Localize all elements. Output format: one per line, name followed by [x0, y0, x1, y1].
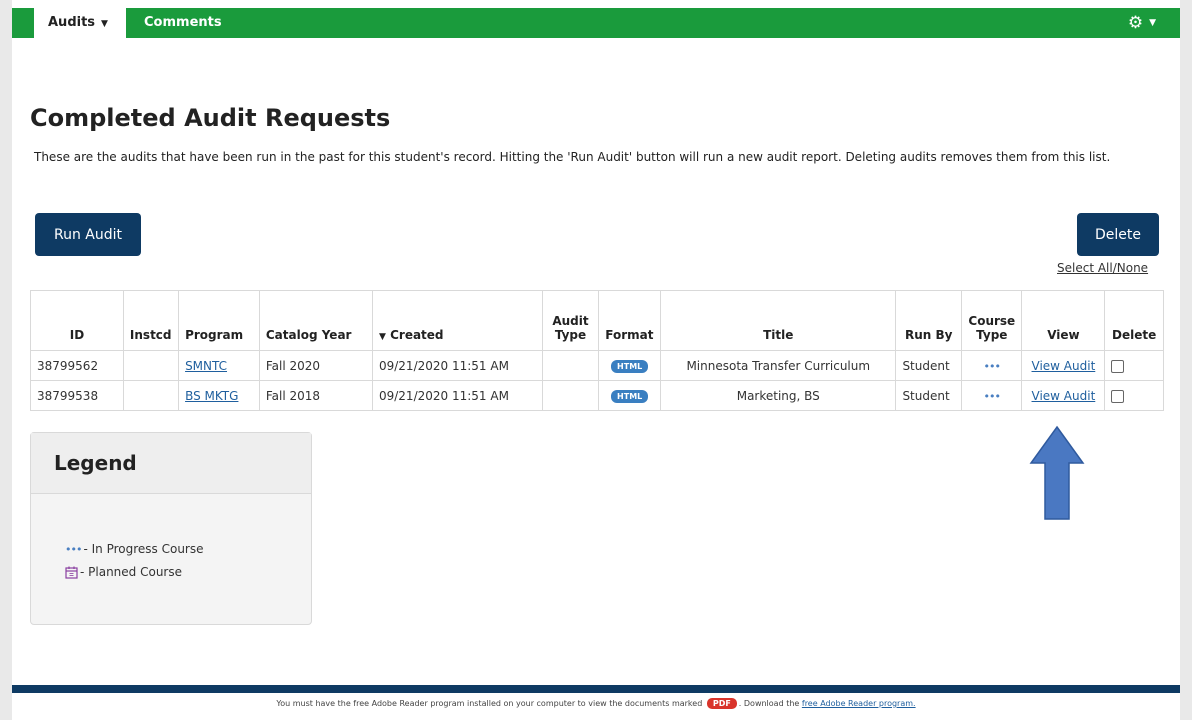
legend-item-in-progress: ••• - In Progress Course [65, 538, 311, 561]
calendar-icon [65, 566, 78, 579]
col-audit-type-line2: Type [554, 328, 587, 342]
legend-item-planned: - Planned Course [65, 561, 311, 583]
adobe-reader-link[interactable]: free Adobe Reader program. [802, 699, 916, 708]
tab-audits[interactable]: Audits ▼ [34, 8, 126, 38]
caret-down-icon: ▼ [101, 19, 108, 29]
legend-in-progress-label: - In Progress Course [83, 542, 204, 556]
view-audit-link[interactable]: View Audit [1032, 359, 1096, 373]
col-title: Title [660, 290, 897, 351]
view-audit-link[interactable]: View Audit [1032, 389, 1096, 403]
footer-text-middle: . Download the [738, 699, 800, 708]
cell-created: 09/21/2020 11:51 AM [371, 380, 543, 411]
cell-view: View Audit [1021, 350, 1106, 381]
cell-view: View Audit [1021, 380, 1106, 411]
legend-planned-label: - Planned Course [80, 565, 182, 579]
up-arrow-icon [1029, 425, 1085, 520]
cell-id: 38799538 [30, 380, 124, 411]
sort-desc-icon: ▼ [378, 332, 386, 342]
cell-instcd [122, 350, 180, 381]
cell-program: SMNTC [178, 350, 260, 381]
audits-table: ID Instcd Program Catalog Year ▼ Created… [30, 290, 1164, 411]
col-delete: Delete [1104, 290, 1164, 351]
program-link[interactable]: BS MKTG [185, 389, 238, 403]
col-id: ID [30, 290, 124, 351]
cell-run-by: Student [895, 380, 963, 411]
page-title: Completed Audit Requests [30, 104, 391, 132]
tab-comments[interactable]: Comments [132, 8, 234, 38]
cell-program: BS MKTG [178, 380, 260, 411]
select-all-link[interactable]: Select All/None [1057, 261, 1148, 275]
delete-checkbox[interactable] [1111, 389, 1125, 403]
col-audit-type: Audit Type [541, 290, 600, 351]
table-row: 38799538 BS MKTG Fall 2018 09/21/2020 11… [30, 380, 1164, 411]
col-course-type-line1: Course [968, 314, 1016, 328]
table-row: 38799562 SMNTC Fall 2020 09/21/2020 11:5… [30, 350, 1164, 381]
footer-bar [12, 685, 1180, 693]
cell-course-type: ••• [961, 350, 1023, 381]
in-progress-icon: ••• [983, 359, 1001, 373]
cell-audit-type [541, 380, 600, 411]
cell-catalog-year: Fall 2020 [258, 350, 373, 381]
table-header-row: ID Instcd Program Catalog Year ▼ Created… [30, 290, 1164, 351]
in-progress-icon: ••• [983, 389, 1001, 403]
col-run-by: Run By [895, 290, 963, 351]
caret-down-icon: ▼ [1149, 18, 1156, 28]
legend-panel: Legend ••• - In Progress Course - Planned… [30, 432, 312, 625]
col-view: View [1021, 290, 1106, 351]
top-nav: Audits ▼ Comments ⚙ ▼ [12, 8, 1180, 38]
col-course-type-line2: Type [976, 328, 1008, 342]
delete-button[interactable]: Delete [1077, 213, 1159, 256]
html-format-badge[interactable]: HTML [611, 390, 649, 403]
settings-menu[interactable]: ⚙ ▼ [1128, 8, 1156, 38]
cell-delete [1104, 380, 1164, 411]
col-instcd: Instcd [122, 290, 180, 351]
legend-title: Legend [31, 433, 311, 494]
legend-body: ••• - In Progress Course - Planned Course [31, 494, 311, 583]
cell-course-type: ••• [961, 380, 1023, 411]
cell-format: HTML [598, 380, 662, 411]
cell-id: 38799562 [30, 350, 124, 381]
run-audit-button[interactable]: Run Audit [35, 213, 141, 256]
col-created-label: Created [390, 328, 444, 342]
in-progress-icon: ••• [65, 543, 82, 556]
page-frame: Audits ▼ Comments ⚙ ▼ Completed Audit Requ… [12, 0, 1180, 720]
col-created[interactable]: ▼ Created [371, 290, 543, 351]
program-link[interactable]: SMNTC [185, 359, 227, 373]
pdf-badge: PDF [706, 698, 737, 709]
page-description: These are the audits that have been run … [34, 150, 1111, 164]
html-format-badge[interactable]: HTML [611, 360, 649, 373]
col-format: Format [598, 290, 662, 351]
cell-run-by: Student [895, 350, 963, 381]
tab-audits-label: Audits [48, 15, 96, 30]
cell-format: HTML [598, 350, 662, 381]
cell-created: 09/21/2020 11:51 AM [371, 350, 543, 381]
delete-checkbox[interactable] [1111, 359, 1125, 373]
footer-text-before: You must have the free Adobe Reader prog… [276, 699, 703, 708]
cell-delete [1104, 350, 1164, 381]
cell-title: Marketing, BS [660, 380, 897, 411]
cell-audit-type [541, 350, 600, 381]
col-program: Program [178, 290, 260, 351]
cell-catalog-year: Fall 2018 [258, 380, 373, 411]
cell-title: Minnesota Transfer Curriculum [660, 350, 897, 381]
gear-icon: ⚙ [1127, 13, 1144, 33]
cell-instcd [122, 380, 180, 411]
col-catalog-year: Catalog Year [258, 290, 373, 351]
footer-note: You must have the free Adobe Reader prog… [12, 698, 1180, 709]
col-audit-type-line1: Audit [552, 314, 589, 328]
col-course-type: Course Type [961, 290, 1023, 351]
